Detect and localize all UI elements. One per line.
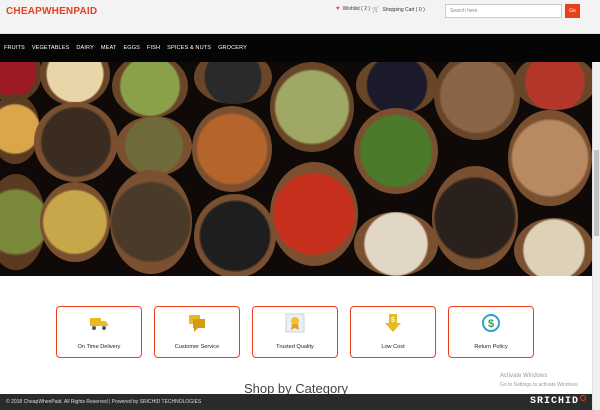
feature-label: Return Policy [474,344,508,350]
nav-item-dairy[interactable]: DAIRY [76,45,94,51]
chat-icon [189,315,205,332]
feature-label: Low Cost [381,344,405,350]
nav-item-eggs[interactable]: EGGS [123,45,140,51]
heart-icon: ♥ [336,6,340,12]
feature-label: Trusted Quality [276,344,314,350]
feature-card-service[interactable]: Customer Service [154,306,240,358]
spice-bowl [432,166,518,270]
feature-card-return[interactable]: $ Return Policy [448,306,534,358]
feature-card-quality[interactable]: Trusted Quality [252,306,338,358]
price-down-icon: $ [385,314,401,332]
page-scrollbar[interactable] [592,62,600,410]
spice-bowl [34,102,118,182]
spice-bowl [116,116,192,176]
svg-text:$: $ [488,318,494,330]
spice-bowl [514,218,592,276]
top-header: CHEAPWHENPAID ♥ Wishlist ( 2 ) 🛒 Shoppin… [0,0,600,34]
wishlist-link[interactable]: ♥ Wishlist ( 2 ) [336,6,370,12]
site-logo[interactable]: CHEAPWHENPAID [6,6,97,17]
feature-label: On Time Delivery [77,344,121,350]
category-nav: FRUITS VEGETABLES DAIRY MEAT EGGS FISH S… [0,34,600,62]
features-section: On Time Delivery Customer Service Truste… [0,276,592,386]
dollar-return-icon: $ [482,314,500,332]
feature-label: Customer Service [174,344,220,350]
spice-bowl [194,194,276,276]
spice-bowl [192,106,272,192]
srichid-logo[interactable]: SRICHID [530,396,579,407]
search-go-button[interactable]: Go [565,4,580,18]
cart-label: Shopping Cart ( 0 ) [382,6,425,13]
nav-item-fish[interactable]: FISH [147,45,160,51]
spice-bowl [270,162,358,266]
spice-bowl [110,170,192,274]
nav-item-grocery[interactable]: GROCERY [218,45,247,51]
feature-card-delivery[interactable]: On Time Delivery [56,306,142,358]
nav-item-spices-nuts[interactable]: SPICES & NUTS [167,45,211,51]
hero-banner-spices[interactable] [0,62,592,276]
spice-bowl [270,62,354,152]
nav-item-vegetables[interactable]: VEGETABLES [32,45,70,51]
nav-item-fruits[interactable]: FRUITS [4,45,25,51]
brand-badge-icon [580,395,586,401]
spice-bowl [40,62,110,106]
spice-bowl [508,110,592,206]
scroll-thumb[interactable] [594,150,599,236]
spice-bowl [40,182,110,262]
spice-bowl [194,62,272,104]
spice-bowl [354,108,438,194]
truck-icon [90,318,108,330]
activate-windows-title: Activate Windows [500,373,548,379]
spice-bowl [354,212,438,276]
spice-bowl [434,62,520,140]
spice-bowl [0,94,40,164]
award-icon [285,313,305,333]
nav-item-meat[interactable]: MEAT [101,45,117,51]
spice-bowl [112,62,188,118]
wishlist-label: Wishlist ( 2 ) [342,6,371,12]
shopping-cart-link[interactable]: 🛒 Shopping Cart ( 0 ) [372,6,425,14]
cart-icon: 🛒 [372,7,380,13]
svg-text:$: $ [391,317,395,324]
copyright-text: © 2018 CheapWhenPaid. All Rights Reserve… [6,399,202,405]
spice-bowl [514,62,592,110]
spice-bowl [356,62,438,114]
page-footer: © 2018 CheapWhenPaid. All Rights Reserve… [0,394,592,410]
feature-card-low-cost[interactable]: $ Low Cost [350,306,436,358]
search-input[interactable] [445,4,562,18]
